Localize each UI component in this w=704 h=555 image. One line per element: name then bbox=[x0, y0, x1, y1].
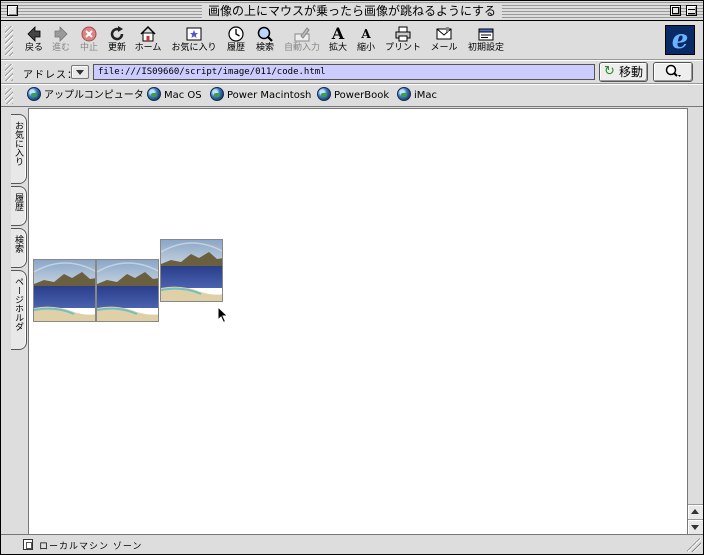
stop-icon bbox=[79, 25, 99, 43]
browser-window: 画像の上にマウスが乗ったら画像が跳ねるようにする 戻る 進む 中止 更新 ホーム… bbox=[0, 0, 704, 555]
zoom-box[interactable] bbox=[670, 5, 681, 16]
scroll-down-arrow[interactable] bbox=[688, 519, 703, 534]
favorites-bar-grip[interactable] bbox=[5, 88, 13, 104]
vertical-scrollbar[interactable] bbox=[687, 108, 703, 534]
status-bar: ローカルマシン ゾーン bbox=[1, 534, 703, 554]
explorer-bar-tabs: お気に入り 履歴 検索 ページホルダ bbox=[1, 108, 29, 534]
title-bar[interactable]: 画像の上にマウスが乗ったら画像が跳ねるようにする bbox=[1, 1, 703, 21]
tab-favorites[interactable]: お気に入り bbox=[11, 114, 27, 184]
home-icon bbox=[138, 25, 158, 43]
search-icon bbox=[255, 25, 275, 43]
globe-icon bbox=[210, 87, 224, 101]
beach-image[interactable] bbox=[33, 259, 96, 322]
address-dropdown-button[interactable] bbox=[71, 65, 89, 79]
resize-grip[interactable] bbox=[687, 538, 701, 552]
tab-page-holder[interactable]: ページホルダ bbox=[11, 270, 27, 350]
address-input[interactable]: file:///IS09660/script/image/011/code.ht… bbox=[93, 64, 595, 80]
globe-icon bbox=[317, 87, 331, 101]
preferences-button[interactable]: 初期設定 bbox=[467, 24, 505, 58]
preferences-icon bbox=[476, 25, 496, 43]
beach-image[interactable] bbox=[96, 259, 159, 322]
favorite-power-macintosh[interactable]: Power Macintosh bbox=[210, 87, 311, 105]
autofill-icon bbox=[292, 25, 312, 43]
favorites-icon bbox=[184, 25, 204, 43]
go-button-label: 移動 bbox=[618, 65, 643, 79]
print-icon bbox=[393, 25, 413, 43]
toolbar: 戻る 進む 中止 更新 ホーム お気に入り 履歴 検索 自動入力 A 拡大 A … bbox=[1, 22, 703, 60]
globe-icon bbox=[397, 87, 411, 101]
collapse-box[interactable] bbox=[686, 5, 697, 16]
globe-icon bbox=[27, 87, 41, 101]
mouse-cursor-icon bbox=[217, 305, 229, 327]
favorite-imac[interactable]: iMac bbox=[397, 87, 437, 105]
window-title: 画像の上にマウスが乗ったら画像が跳ねるようにする bbox=[201, 3, 503, 19]
page-content bbox=[28, 108, 687, 534]
history-icon bbox=[226, 25, 246, 43]
favorite-powerbook[interactable]: PowerBook bbox=[317, 87, 389, 105]
refresh-icon bbox=[107, 25, 127, 43]
tab-search[interactable]: 検索 bbox=[11, 228, 27, 268]
forward-arrow-icon bbox=[51, 25, 71, 43]
globe-icon bbox=[147, 87, 161, 101]
search-options-button[interactable] bbox=[653, 62, 693, 82]
home-button[interactable]: ホーム bbox=[129, 24, 167, 58]
address-bar: アドレス： file:///IS09660/script/image/011/c… bbox=[1, 61, 703, 84]
favorite-macos[interactable]: Mac OS bbox=[147, 87, 202, 105]
tab-history[interactable]: 履歴 bbox=[11, 186, 27, 226]
address-label: アドレス： bbox=[23, 70, 78, 81]
favorite-apple[interactable]: アップルコンピュータ bbox=[27, 87, 144, 105]
security-zone-text: ローカルマシン ゾーン bbox=[39, 542, 143, 552]
ie-logo: e bbox=[665, 25, 695, 55]
zone-icon bbox=[23, 539, 33, 550]
mail-icon bbox=[434, 25, 454, 43]
beach-image-hover[interactable] bbox=[160, 239, 223, 302]
go-button[interactable]: ↻ 移動 bbox=[599, 62, 648, 82]
magnifier-icon bbox=[664, 64, 682, 83]
back-arrow-icon bbox=[24, 25, 44, 43]
text-larger-icon: A bbox=[331, 24, 345, 43]
close-box[interactable] bbox=[7, 5, 18, 16]
go-arrow-icon: ↻ bbox=[604, 64, 615, 79]
address-bar-grip[interactable] bbox=[5, 64, 13, 81]
text-smaller-icon: A bbox=[361, 27, 371, 41]
favorites-bar: アップルコンピュータ Mac OS Power Macintosh PowerB… bbox=[1, 85, 703, 107]
scroll-up-arrow[interactable] bbox=[688, 504, 703, 519]
